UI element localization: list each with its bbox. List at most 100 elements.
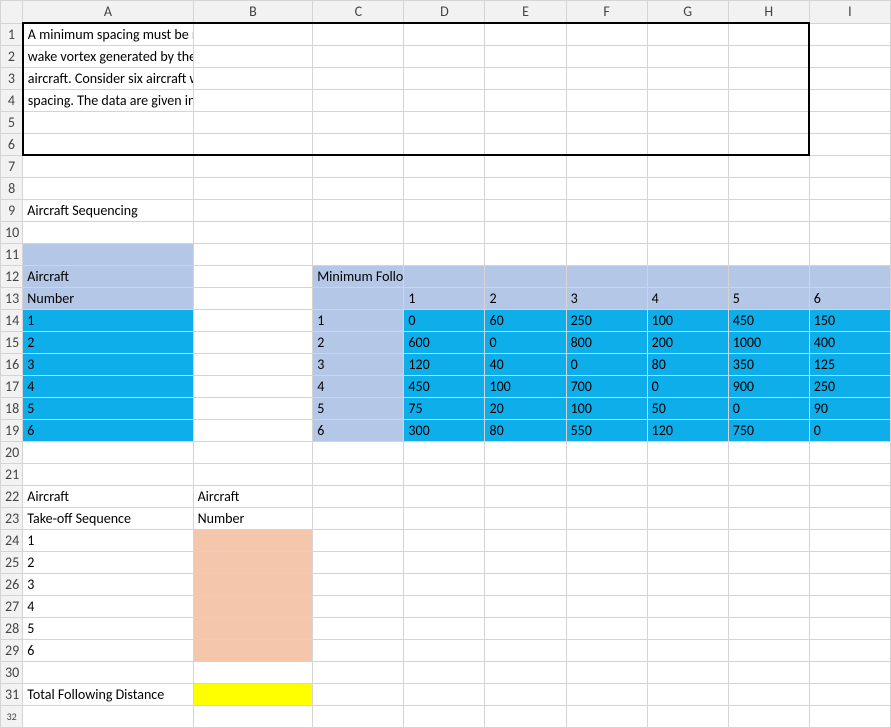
- cell-D5[interactable]: [404, 111, 485, 133]
- cell-F32[interactable]: [566, 705, 647, 727]
- cell-B22[interactable]: Aircraft: [193, 485, 313, 507]
- col-header-E[interactable]: E: [485, 1, 566, 24]
- cell-I1[interactable]: [809, 23, 890, 45]
- cell-C5[interactable]: [313, 111, 404, 133]
- cell-B16[interactable]: [193, 353, 313, 375]
- row-header-7[interactable]: 7: [1, 155, 23, 177]
- cell-B9[interactable]: [193, 199, 313, 221]
- cell-A10[interactable]: [23, 221, 193, 243]
- cell-H12[interactable]: [728, 265, 809, 287]
- row-header-13[interactable]: 13: [1, 287, 23, 309]
- cell-H28[interactable]: [728, 617, 809, 639]
- cell-H19[interactable]: 750: [728, 419, 809, 441]
- col-header-H[interactable]: H: [728, 1, 809, 24]
- cell-G31[interactable]: [647, 683, 728, 705]
- cell-D20[interactable]: [404, 441, 485, 463]
- cell-B12[interactable]: [193, 265, 313, 287]
- cell-C2[interactable]: [313, 45, 404, 67]
- cell-F28[interactable]: [566, 617, 647, 639]
- cell-E2[interactable]: [485, 45, 566, 67]
- cell-H25[interactable]: [728, 551, 809, 573]
- cell-B29[interactable]: [193, 639, 313, 661]
- select-all-corner[interactable]: [1, 1, 23, 24]
- cell-A25[interactable]: 2: [23, 551, 193, 573]
- cell-I17[interactable]: 250: [809, 375, 890, 397]
- cell-A26[interactable]: 3: [23, 573, 193, 595]
- cell-F21[interactable]: [566, 463, 647, 485]
- cell-H15[interactable]: 1000: [728, 331, 809, 353]
- cell-I26[interactable]: [809, 573, 890, 595]
- cell-B11[interactable]: [193, 243, 313, 265]
- cell-E24[interactable]: [485, 529, 566, 551]
- cell-F30[interactable]: [566, 661, 647, 683]
- cell-E20[interactable]: [485, 441, 566, 463]
- row-header-10[interactable]: 10: [1, 221, 23, 243]
- cell-F4[interactable]: [566, 89, 647, 111]
- cell-G12[interactable]: [647, 265, 728, 287]
- cell-D9[interactable]: [404, 199, 485, 221]
- cell-A19[interactable]: 6: [23, 419, 193, 441]
- cell-E32[interactable]: [485, 705, 566, 727]
- row-header-28[interactable]: 28: [1, 617, 23, 639]
- cell-F15[interactable]: 800: [566, 331, 647, 353]
- cell-D25[interactable]: [404, 551, 485, 573]
- cell-G10[interactable]: [647, 221, 728, 243]
- cell-H7[interactable]: [728, 155, 809, 177]
- cell-D8[interactable]: [404, 177, 485, 199]
- cell-I15[interactable]: 400: [809, 331, 890, 353]
- cell-G25[interactable]: [647, 551, 728, 573]
- cell-D1[interactable]: [404, 23, 485, 45]
- cell-F20[interactable]: [566, 441, 647, 463]
- cell-C10[interactable]: [313, 221, 404, 243]
- cell-A17[interactable]: 4: [23, 375, 193, 397]
- cell-B17[interactable]: [193, 375, 313, 397]
- cell-A32[interactable]: [23, 705, 193, 727]
- cell-H3[interactable]: [728, 67, 809, 89]
- cell-D10[interactable]: [404, 221, 485, 243]
- cell-E31[interactable]: [485, 683, 566, 705]
- cell-G6[interactable]: [647, 133, 728, 155]
- cell-A15[interactable]: 2: [23, 331, 193, 353]
- cell-C1[interactable]: [313, 23, 404, 45]
- row-header-29[interactable]: 29: [1, 639, 23, 661]
- cell-C32[interactable]: [313, 705, 404, 727]
- cell-B30[interactable]: [193, 661, 313, 683]
- cell-I31[interactable]: [809, 683, 890, 705]
- cell-G11[interactable]: [647, 243, 728, 265]
- cell-B1[interactable]: [193, 23, 313, 45]
- cell-G21[interactable]: [647, 463, 728, 485]
- cell-I23[interactable]: [809, 507, 890, 529]
- cell-B31[interactable]: [193, 683, 313, 705]
- cell-C20[interactable]: [313, 441, 404, 463]
- cell-I22[interactable]: [809, 485, 890, 507]
- row-header-23[interactable]: 23: [1, 507, 23, 529]
- cell-B4[interactable]: [193, 89, 313, 111]
- cell-I16[interactable]: 125: [809, 353, 890, 375]
- cell-H8[interactable]: [728, 177, 809, 199]
- cell-I9[interactable]: [809, 199, 890, 221]
- cell-A23[interactable]: Take-off Sequence: [23, 507, 193, 529]
- cell-I4[interactable]: [809, 89, 890, 111]
- cell-G17[interactable]: 0: [647, 375, 728, 397]
- cell-B24[interactable]: [193, 529, 313, 551]
- cell-I10[interactable]: [809, 221, 890, 243]
- cell-B26[interactable]: [193, 573, 313, 595]
- cell-E28[interactable]: [485, 617, 566, 639]
- row-header-12[interactable]: 12: [1, 265, 23, 287]
- cell-H31[interactable]: [728, 683, 809, 705]
- cell-I11[interactable]: [809, 243, 890, 265]
- cell-H27[interactable]: [728, 595, 809, 617]
- cell-E1[interactable]: [485, 23, 566, 45]
- cell-D3[interactable]: [404, 67, 485, 89]
- cell-B8[interactable]: [193, 177, 313, 199]
- cell-F3[interactable]: [566, 67, 647, 89]
- cell-I30[interactable]: [809, 661, 890, 683]
- cell-D24[interactable]: [404, 529, 485, 551]
- cell-D27[interactable]: [404, 595, 485, 617]
- cell-C28[interactable]: [313, 617, 404, 639]
- cell-A9[interactable]: Aircraft Sequencing: [23, 199, 193, 221]
- cell-C18[interactable]: 5: [313, 397, 404, 419]
- cell-C8[interactable]: [313, 177, 404, 199]
- cell-I5[interactable]: [809, 111, 890, 133]
- cell-E16[interactable]: 40: [485, 353, 566, 375]
